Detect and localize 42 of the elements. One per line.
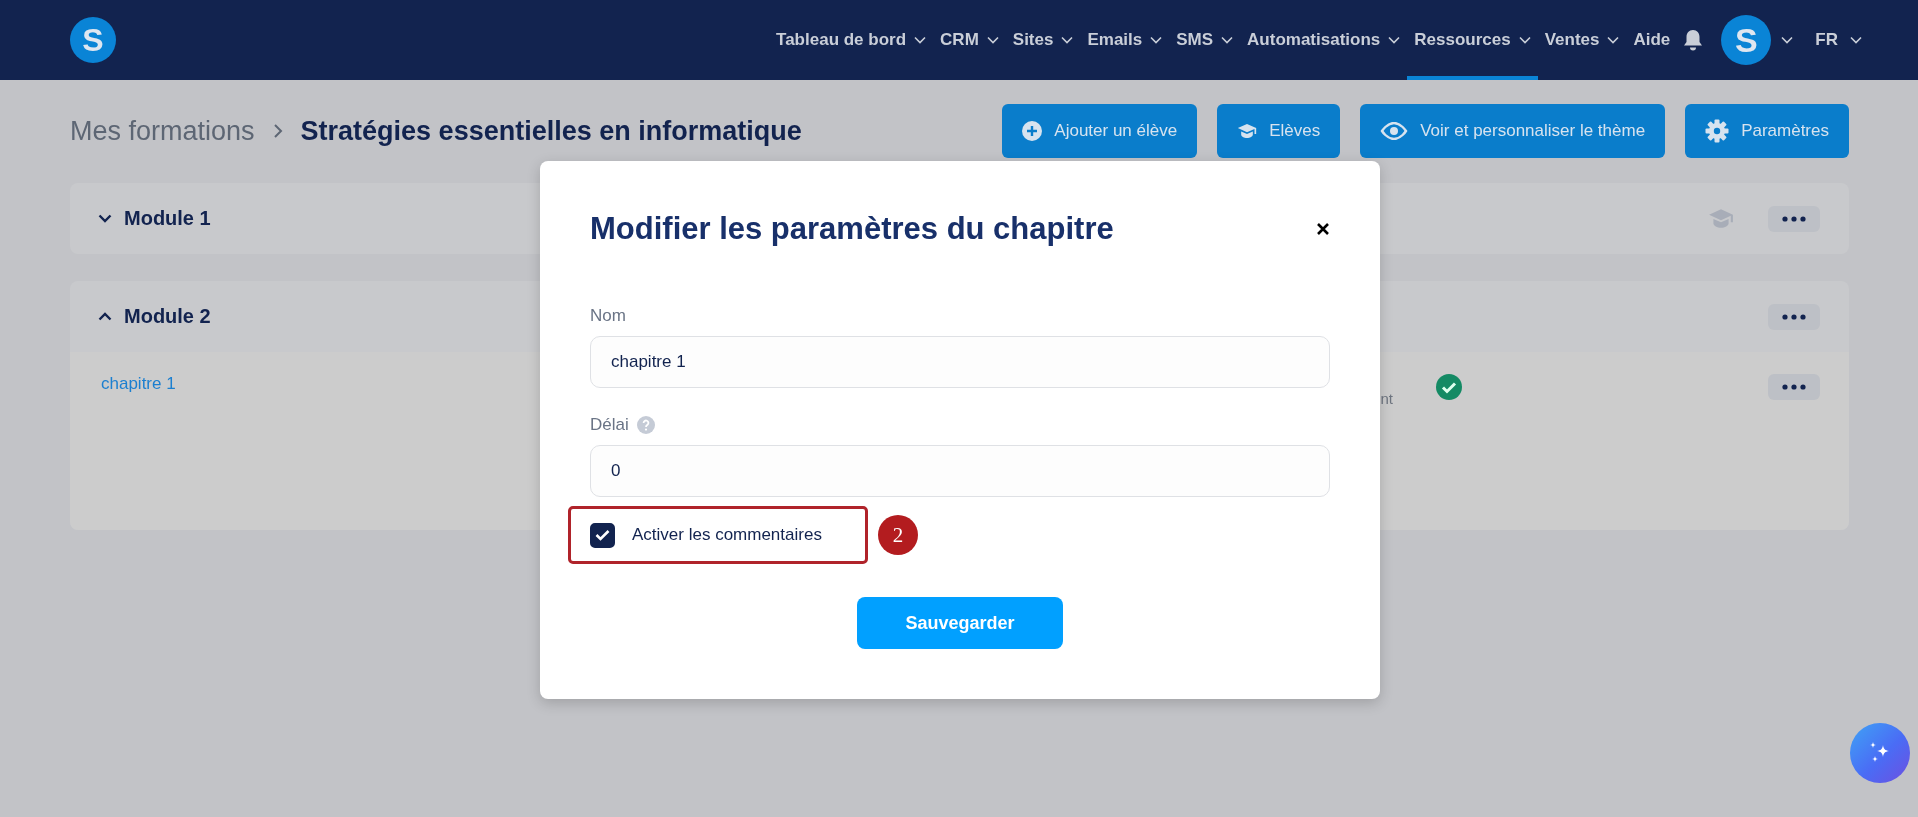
nav-menu-item[interactable]: Automatisations [1240, 0, 1408, 80]
checkbox[interactable] [590, 522, 615, 548]
eye-icon [1380, 122, 1409, 140]
ellipsis-icon [1782, 215, 1806, 222]
graduation-cap-icon [1708, 208, 1734, 229]
nav-menu-item[interactable]: CRM [933, 0, 1006, 80]
chevron-up-icon [98, 312, 112, 321]
step-badge: 2 [878, 515, 918, 555]
checkmark-icon [595, 529, 610, 541]
module-title[interactable]: Module 1 [124, 207, 211, 230]
plus-circle-icon [1022, 121, 1043, 141]
dialog-title: Modifier les paramètres du chapitre [590, 211, 1114, 247]
chevron-down-icon [1781, 36, 1794, 44]
nav-menu-item[interactable]: SMS [1169, 0, 1241, 80]
field-label: Nom [590, 306, 626, 326]
checkbox-label[interactable]: Activer les commentaires [632, 525, 822, 545]
chevron-right-icon [272, 123, 283, 139]
nav-menu-item[interactable]: Ventes [1537, 0, 1627, 80]
close-button[interactable] [1316, 222, 1330, 236]
more-button[interactable] [1768, 374, 1820, 400]
field-label: Délai [590, 415, 629, 435]
graduation-cap-icon [1237, 123, 1258, 139]
bell-icon[interactable] [1683, 29, 1704, 51]
more-button[interactable] [1768, 205, 1820, 232]
text-input-field[interactable]: chapitre 1 [590, 336, 1330, 388]
nav-menu-item[interactable]: Emails [1080, 0, 1170, 80]
page-title: Stratégies essentielles en informatique [300, 115, 802, 147]
nav-menu-item[interactable]: Aide [1626, 0, 1678, 80]
settings-icon [1705, 119, 1730, 143]
more-button[interactable] [1768, 303, 1820, 330]
text-input-field[interactable]: 0 [590, 445, 1330, 497]
language-selector[interactable]: FR [1809, 29, 1868, 51]
ai-assistant-button[interactable] [1850, 723, 1910, 783]
ellipsis-icon [1782, 313, 1806, 320]
ellipsis-icon [1782, 384, 1806, 390]
nav-menu-item[interactable]: Ressources [1407, 0, 1538, 80]
nav-menu-item[interactable]: Sites [1005, 0, 1081, 80]
chapter-status: nt [1380, 390, 1393, 407]
chevron-down-icon [1850, 36, 1862, 44]
chevron-down-icon [98, 214, 112, 223]
nav-menu-item[interactable]: Tableau de bord [769, 0, 934, 80]
module-title[interactable]: Module 2 [124, 305, 211, 328]
